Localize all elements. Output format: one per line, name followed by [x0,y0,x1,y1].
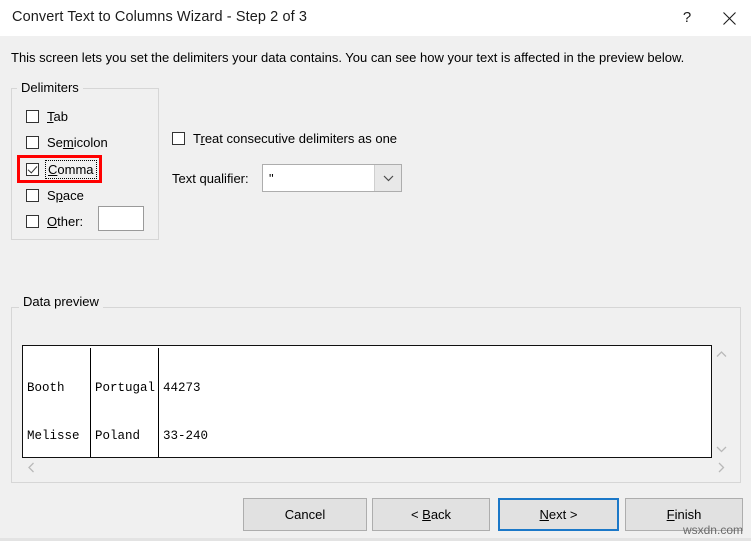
other-delimiter-input[interactable] [98,206,144,231]
preview-cell: 44273 [163,381,201,395]
checkbox-treat-consecutive-box[interactable] [172,132,185,145]
checkbox-comma-box[interactable] [26,163,39,176]
text-qualifier-dropdown[interactable]: " [262,164,402,192]
question-mark-icon: ? [682,9,692,26]
close-button[interactable] [707,0,751,36]
preview-vertical-scrollbar[interactable] [712,345,730,458]
back-button[interactable]: < Back [372,498,490,531]
scroll-down-button[interactable] [712,440,730,458]
checkbox-other-label: Other: [47,214,84,229]
help-button[interactable]: ? [665,0,709,36]
checkbox-tab-label: Tab [47,109,68,124]
preview-cell: Booth [27,381,65,395]
preview-column-2: 44273 33-240 39080 301170 44-020 [159,348,709,457]
watermark: wsxdn.com [682,523,743,537]
checkbox-tab[interactable]: Tab [26,109,68,124]
checkbox-treat-consecutive-label: Treat consecutive delimiters as one [193,131,398,146]
checkbox-space[interactable]: Space [26,188,84,203]
checkbox-tab-box[interactable] [26,110,39,123]
cancel-button[interactable]: Cancel [243,498,367,531]
chevron-left-icon [27,462,34,473]
text-qualifier-label: Text qualifier: [172,171,249,186]
chevron-up-icon [716,350,726,357]
data-preview-grid: Booth Melisse Gillian Malinda Creed Port… [23,346,208,457]
checkbox-semicolon-box[interactable] [26,136,39,149]
preview-column-1: Portugal Poland Spain Russia Ecuador [91,348,159,457]
preview-cell: Melisse [27,429,80,443]
checkbox-comma[interactable]: Comma [26,160,97,179]
checkbox-space-label: Space [47,188,84,203]
checkbox-comma-label: Comma [45,160,97,179]
preview-column-0: Booth Melisse Gillian Malinda Creed [23,348,91,457]
checkbox-semicolon[interactable]: Semicolon [26,135,108,150]
preview-cell: 33-240 [163,429,209,443]
convert-text-to-columns-dialog: Convert Text to Columns Wizard - Step 2 … [0,0,751,541]
checkbox-treat-consecutive-delimiters[interactable]: Treat consecutive delimiters as one [172,131,397,146]
scroll-up-button[interactable] [712,345,730,363]
checkbox-space-box[interactable] [26,189,39,202]
preview-cell: Poland [95,429,141,443]
chevron-right-icon [718,462,724,473]
checkbox-other[interactable]: Other: [26,214,83,229]
instruction-text: This screen lets you set the delimiters … [11,50,685,65]
chevron-down-icon [716,446,726,452]
scroll-right-button[interactable] [712,458,730,477]
text-qualifier-arrow-button[interactable] [374,165,401,191]
next-button[interactable]: Next > [498,498,619,531]
close-icon [722,11,736,25]
window-title: Convert Text to Columns Wizard - Step 2 … [12,9,308,25]
delimiters-group-label: Delimiters [17,80,83,95]
checkbox-semicolon-label: Semicolon [47,135,108,150]
preview-horizontal-scrollbar[interactable] [22,458,730,477]
data-preview-panel[interactable]: Booth Melisse Gillian Malinda Creed Port… [22,345,712,458]
preview-cell: Portugal [95,381,156,395]
checkbox-other-box[interactable] [26,215,39,228]
chevron-down-icon [383,175,393,181]
data-preview-group-label: Data preview [19,294,103,309]
scroll-left-button[interactable] [22,458,40,477]
title-bar: Convert Text to Columns Wizard - Step 2 … [0,0,751,37]
text-qualifier-value: " [269,170,274,186]
